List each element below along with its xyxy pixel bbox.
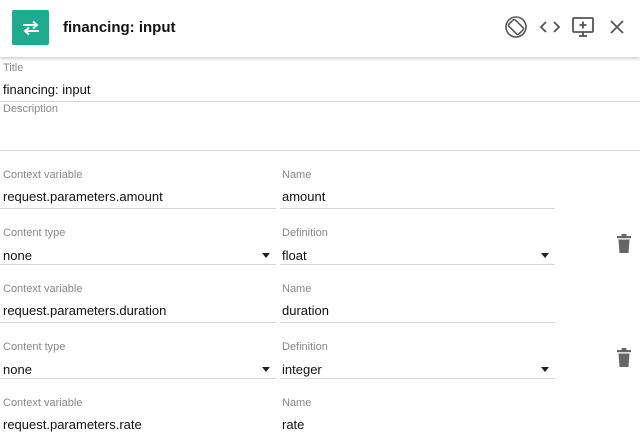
definition-value: integer	[282, 362, 322, 377]
close-icon[interactable]	[603, 13, 631, 41]
definition-underline	[280, 264, 555, 265]
swap-arrows-icon[interactable]	[12, 10, 49, 45]
definition-label: Definition	[282, 227, 328, 239]
definition-underline	[280, 378, 555, 379]
context-variable-label: Context variable	[3, 169, 83, 181]
description-input[interactable]	[3, 122, 633, 142]
title-input[interactable]: financing: input	[3, 82, 90, 97]
name-underline	[280, 208, 555, 209]
context-variable-label: Context variable	[3, 397, 83, 409]
content-type-value: none	[3, 248, 32, 263]
chevron-down-icon	[262, 253, 270, 258]
context-variable-input[interactable]: request.parameters.duration	[3, 303, 166, 318]
definition-label: Definition	[282, 341, 328, 353]
title-label: Title	[3, 62, 24, 74]
context-variable-input[interactable]: request.parameters.rate	[3, 417, 142, 432]
name-underline	[280, 322, 555, 323]
name-label: Name	[282, 397, 312, 409]
content-type-underline	[0, 264, 276, 265]
content-type-label: Content type	[3, 341, 66, 353]
content-type-value: none	[3, 362, 32, 377]
context-variable-input[interactable]: request.parameters.amount	[3, 189, 163, 204]
description-underline	[0, 150, 640, 151]
definition-select[interactable]: float	[280, 243, 555, 265]
chevron-down-icon	[541, 253, 549, 258]
name-input[interactable]: rate	[282, 417, 304, 432]
name-input[interactable]: duration	[282, 303, 329, 318]
header-bar: financing: input	[0, 0, 640, 57]
page-title: financing: input	[63, 19, 176, 36]
context-variable-underline	[0, 208, 276, 209]
desktop-add-icon[interactable]	[569, 13, 597, 41]
code-icon[interactable]	[536, 13, 564, 41]
context-variable-underline	[0, 322, 276, 323]
name-label: Name	[282, 283, 312, 295]
definition-value: float	[282, 248, 307, 263]
screen-rotation-icon[interactable]	[502, 13, 530, 41]
content-type-label: Content type	[3, 227, 66, 239]
title-underline	[0, 101, 640, 102]
chevron-down-icon	[541, 367, 549, 372]
content-type-select[interactable]: none	[0, 357, 276, 379]
delete-icon[interactable]	[614, 347, 634, 369]
chevron-down-icon	[262, 367, 270, 372]
definition-select[interactable]: integer	[280, 357, 555, 379]
delete-icon[interactable]	[614, 233, 634, 255]
description-label: Description	[3, 103, 59, 115]
name-input[interactable]: amount	[282, 189, 325, 204]
content-type-underline	[0, 378, 276, 379]
content-type-select[interactable]: none	[0, 243, 276, 265]
name-label: Name	[282, 169, 312, 181]
context-variable-label: Context variable	[3, 283, 83, 295]
